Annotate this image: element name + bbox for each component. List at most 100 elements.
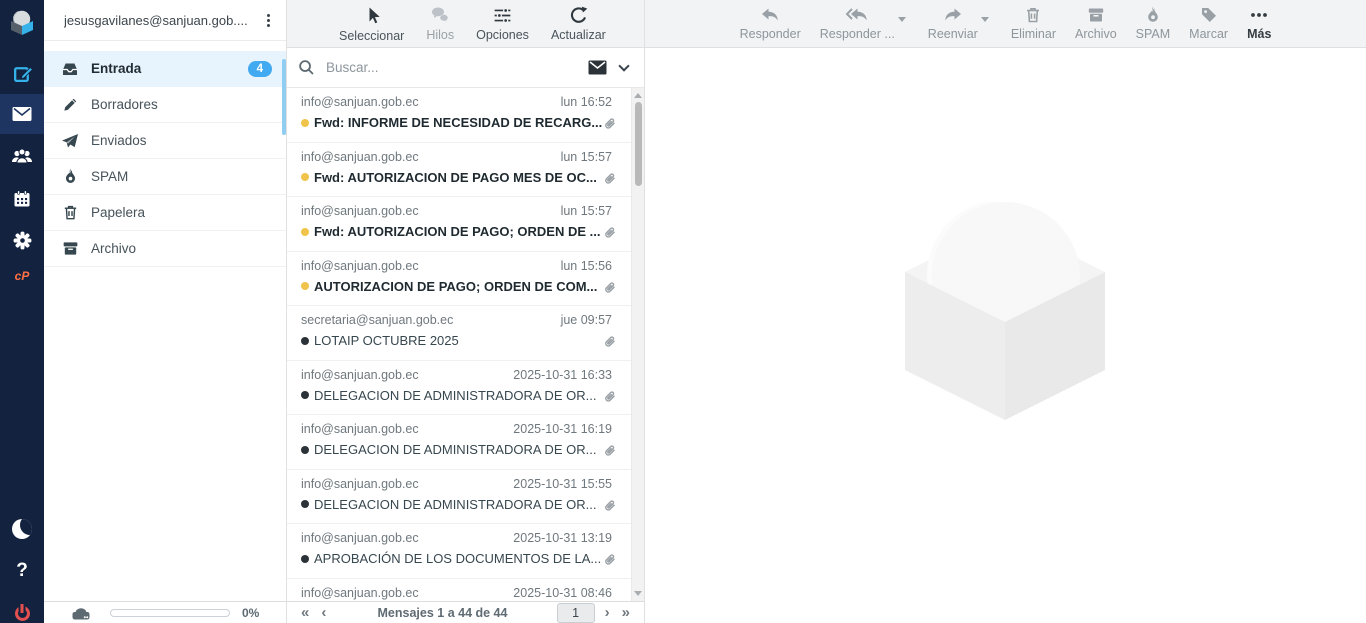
mark-button[interactable]: Marcar xyxy=(1189,0,1228,41)
forward-dropdown-caret[interactable] xyxy=(981,17,989,22)
folder-item-entrada[interactable]: Entrada 4 xyxy=(44,51,286,87)
flame-icon xyxy=(1143,5,1163,25)
chat-bubbles-icon xyxy=(429,5,451,26)
contacts-button[interactable] xyxy=(0,136,44,176)
attachment-icon xyxy=(601,171,618,188)
message-row[interactable]: info@sanjuan.gob.ec2025-10-31 16:19 DELE… xyxy=(287,415,644,470)
reply-button[interactable]: Responder xyxy=(740,0,801,41)
folder-label: Papelera xyxy=(91,205,272,220)
message-date: lun 15:57 xyxy=(561,150,612,164)
select-button[interactable]: Seleccionar xyxy=(339,0,404,43)
next-page-button[interactable]: › xyxy=(599,603,616,623)
folder-item-borradores[interactable]: Borradores xyxy=(44,87,286,123)
compose-button[interactable] xyxy=(0,53,44,93)
message-date: 2025-10-31 16:33 xyxy=(513,368,612,382)
paper-plane-icon xyxy=(60,131,80,151)
message-date: jue 09:57 xyxy=(561,313,612,327)
quota-percent: 0% xyxy=(242,606,259,620)
help-button[interactable]: ? xyxy=(0,551,44,591)
message-sender: info@sanjuan.gob.ec xyxy=(301,150,419,164)
disk-icon[interactable] xyxy=(70,605,92,621)
unread-dot-icon[interactable] xyxy=(301,228,309,236)
message-row[interactable]: info@sanjuan.gob.ec2025-10-31 15:55 DELE… xyxy=(287,470,644,525)
scrollbar-thumb[interactable] xyxy=(635,102,642,186)
search-input[interactable] xyxy=(324,59,587,76)
read-dot-icon[interactable] xyxy=(301,391,309,399)
scroll-down-arrow[interactable] xyxy=(634,591,642,596)
search-scope-envelope-icon[interactable] xyxy=(587,59,608,76)
message-row[interactable]: info@sanjuan.gob.eclun 16:52 Fwd: INFORM… xyxy=(287,88,644,143)
message-sender: info@sanjuan.gob.ec xyxy=(301,586,419,600)
message-date: 2025-10-31 08:46 xyxy=(513,586,612,600)
folder-item-archivo[interactable]: Archivo xyxy=(44,231,286,267)
options-button[interactable]: Opciones xyxy=(476,0,529,42)
folder-item-spam[interactable]: SPAM xyxy=(44,159,286,195)
settings-button[interactable] xyxy=(0,220,44,260)
cpanel-button[interactable]: cP xyxy=(0,258,44,294)
message-row[interactable]: info@sanjuan.gob.eclun 15:57 Fwd: AUTORI… xyxy=(287,143,644,198)
message-content-panel: Responder Responder ... Reen xyxy=(645,0,1366,623)
prev-page-button[interactable]: ‹ xyxy=(315,603,332,623)
folder-item-papelera[interactable]: Papelera xyxy=(44,195,286,231)
message-row[interactable]: info@sanjuan.gob.ec2025-10-31 13:19 APRO… xyxy=(287,524,644,579)
reply-icon xyxy=(759,5,781,25)
power-icon xyxy=(15,606,30,621)
message-sender: info@sanjuan.gob.ec xyxy=(301,259,419,273)
read-dot-icon[interactable] xyxy=(301,555,309,563)
junk-button[interactable]: SPAM xyxy=(1136,0,1171,41)
kebab-menu-icon[interactable] xyxy=(261,10,276,31)
unread-dot-icon[interactable] xyxy=(301,119,309,127)
forward-button[interactable]: Reenviar xyxy=(928,0,978,41)
folder-scrollbar-thumb[interactable] xyxy=(282,59,286,135)
folder-label: Enviados xyxy=(91,133,272,148)
attachment-icon xyxy=(601,225,618,242)
attachment-icon xyxy=(601,116,618,133)
last-page-button[interactable]: » xyxy=(616,603,636,623)
message-subject: DELEGACION DE ADMINISTRADORA DE OR... xyxy=(314,442,612,457)
refresh-button[interactable]: Actualizar xyxy=(551,0,606,42)
folder-item-enviados[interactable]: Enviados xyxy=(44,123,286,159)
mail-button[interactable] xyxy=(0,94,44,134)
more-button[interactable]: Más xyxy=(1247,0,1271,41)
delete-button[interactable]: Eliminar xyxy=(1011,0,1056,41)
message-list-scrollbar[interactable] xyxy=(631,88,644,601)
message-subject: Fwd: AUTORIZACION DE PAGO; ORDEN DE ... xyxy=(314,224,612,239)
attachment-icon xyxy=(601,334,618,351)
unread-dot-icon[interactable] xyxy=(301,173,309,181)
search-icon xyxy=(297,58,316,77)
read-dot-icon[interactable] xyxy=(301,446,309,454)
message-row[interactable]: info@sanjuan.gob.ec2025-10-31 16:33 DELE… xyxy=(287,361,644,416)
message-row[interactable]: info@sanjuan.gob.ec 2025-10-31 08:46 xyxy=(287,579,644,602)
taskmenu: cP ? xyxy=(0,0,44,623)
dark-mode-button[interactable] xyxy=(0,509,44,549)
calendar-icon xyxy=(12,189,32,209)
read-dot-icon[interactable] xyxy=(301,500,309,508)
first-page-button[interactable]: « xyxy=(295,603,315,623)
calendar-button[interactable] xyxy=(0,179,44,219)
folders-panel: jesusgavilanes@sanjuan.gob.... Entrada 4 xyxy=(44,0,287,623)
unread-dot-icon[interactable] xyxy=(301,282,309,290)
message-row[interactable]: info@sanjuan.gob.eclun 15:56 AUTORIZACIO… xyxy=(287,252,644,307)
message-sender: info@sanjuan.gob.ec xyxy=(301,204,419,218)
message-sender: info@sanjuan.gob.ec xyxy=(301,95,419,109)
compose-icon xyxy=(12,63,33,84)
scroll-up-arrow[interactable] xyxy=(634,93,642,98)
message-row[interactable]: secretaria@sanjuan.gob.ecjue 09:57 LOTAI… xyxy=(287,306,644,361)
attachment-icon xyxy=(601,443,618,460)
message-row[interactable]: info@sanjuan.gob.eclun 15:57 Fwd: AUTORI… xyxy=(287,197,644,252)
message-sender: secretaria@sanjuan.gob.ec xyxy=(301,313,453,327)
chevron-down-icon[interactable] xyxy=(618,60,629,71)
read-dot-icon[interactable] xyxy=(301,337,309,345)
threads-button[interactable]: Hilos xyxy=(426,0,454,42)
roundcube-logo[interactable] xyxy=(0,0,44,44)
inbox-icon xyxy=(60,59,80,79)
search-bar xyxy=(287,48,644,88)
account-header: jesusgavilanes@sanjuan.gob.... xyxy=(44,0,286,41)
message-sender: info@sanjuan.gob.ec xyxy=(301,477,419,491)
logout-button[interactable] xyxy=(0,593,44,623)
reply-all-dropdown-caret[interactable] xyxy=(898,17,906,22)
message-date: 2025-10-31 15:55 xyxy=(513,477,612,491)
archive-button[interactable]: Archivo xyxy=(1075,0,1117,41)
page-number-input[interactable] xyxy=(557,603,595,623)
reply-all-button[interactable]: Responder ... xyxy=(820,0,895,41)
